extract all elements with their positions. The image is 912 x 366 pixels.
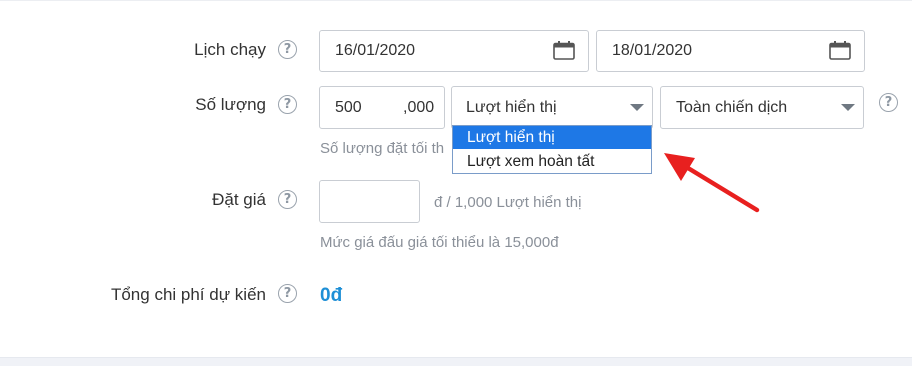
- total-cost-help-icon[interactable]: ?: [278, 284, 297, 303]
- bid-input[interactable]: [319, 180, 420, 223]
- quantity-help-icon[interactable]: ?: [278, 95, 297, 114]
- end-date-field[interactable]: 18/01/2020: [596, 30, 865, 72]
- end-date-value: 18/01/2020: [612, 42, 693, 59]
- bid-help-icon[interactable]: ?: [278, 190, 297, 209]
- schedule-help-icon[interactable]: ?: [278, 40, 297, 59]
- quantity-label: Số lượng: [195, 95, 266, 114]
- metric-selected-value: Lượt hiển thị: [466, 99, 557, 116]
- start-date-field[interactable]: 16/01/2020: [319, 30, 589, 72]
- calendar-icon[interactable]: [829, 41, 851, 60]
- scope-selected-value: Toàn chiến dịch: [676, 99, 788, 116]
- metric-option-impressions[interactable]: Lượt hiển thị: [453, 126, 651, 149]
- scope-select[interactable]: Toàn chiến dịch: [660, 86, 864, 129]
- metric-dropdown-menu: Lượt hiển thị Lượt xem hoàn tất: [452, 125, 652, 174]
- total-cost-label: Tổng chi phí dự kiến: [110, 285, 266, 304]
- top-divider: [0, 0, 912, 1]
- scope-help-icon[interactable]: ?: [879, 93, 898, 112]
- chevron-down-icon: [630, 104, 644, 111]
- quantity-value: 500: [335, 99, 362, 116]
- bid-hint: Mức giá đấu giá tối thiểu là 15,000đ: [320, 234, 559, 251]
- total-cost-value: 0đ: [320, 285, 343, 306]
- quantity-suffix: ,000: [403, 99, 435, 116]
- annotation-arrow-icon: [664, 153, 760, 213]
- bid-label: Đặt giá: [212, 190, 266, 209]
- chevron-down-icon: [841, 104, 855, 111]
- quantity-hint: Số lượng đặt tối th: [320, 140, 445, 157]
- start-date-value: 16/01/2020: [335, 42, 416, 59]
- bid-unit: đ / 1,000 Lượt hiển thị: [434, 194, 582, 211]
- metric-option-completed-views[interactable]: Lượt xem hoàn tất: [453, 150, 651, 173]
- schedule-label: Lịch chạy: [194, 40, 266, 59]
- metric-select[interactable]: Lượt hiển thị: [451, 86, 653, 129]
- calendar-icon[interactable]: [553, 41, 575, 60]
- quantity-input[interactable]: 500 ,000: [319, 86, 445, 129]
